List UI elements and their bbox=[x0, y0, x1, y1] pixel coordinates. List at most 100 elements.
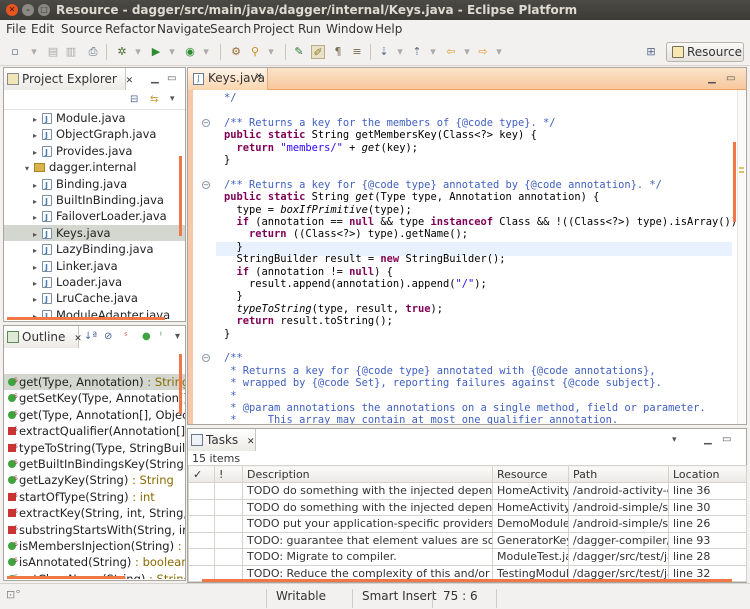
close-icon[interactable]: ✕ bbox=[255, 72, 263, 82]
menu-project[interactable]: Project bbox=[253, 22, 294, 36]
next-dropdown-icon[interactable]: ▾ bbox=[393, 45, 407, 59]
file-item[interactable]: ▸Loader.java bbox=[4, 274, 185, 292]
search-dropdown-icon[interactable]: ▾ bbox=[264, 45, 278, 59]
close-icon[interactable]: ✕ bbox=[247, 437, 255, 447]
code-line[interactable]: public static String get(Type type, Anno… bbox=[224, 191, 599, 204]
file-item[interactable]: ▸Keys.java bbox=[4, 224, 185, 243]
menu-window[interactable]: Window bbox=[326, 22, 373, 36]
code-line[interactable]: * This array may contain at most one qua… bbox=[224, 414, 618, 424]
minimize-view-icon[interactable]: ▁ bbox=[704, 434, 712, 446]
menu-file[interactable]: File bbox=[6, 22, 26, 36]
link-with-editor-icon[interactable]: ⇆ bbox=[150, 94, 158, 105]
fold-toggle-icon[interactable]: − bbox=[202, 118, 210, 127]
forward-icon[interactable]: ⇨ bbox=[476, 45, 490, 59]
maximize-window-icon[interactable]: □ bbox=[38, 4, 50, 16]
outline-item[interactable]: SgetBuiltInBindingsKey(String) bbox=[4, 456, 185, 472]
save-icon[interactable]: ▤ bbox=[46, 45, 60, 59]
tab-tasks[interactable]: Tasks ✕ bbox=[188, 429, 256, 451]
outline-item[interactable]: SextractQualifier(Annotation[] bbox=[4, 423, 185, 439]
external-tools-icon[interactable]: ◉ bbox=[183, 45, 197, 59]
hide-fields-icon[interactable]: ⊘ bbox=[104, 331, 112, 343]
toggle-block-icon[interactable]: ¶ bbox=[331, 45, 345, 59]
code-line[interactable]: * wrapped by {@code Set}, reporting fail… bbox=[224, 377, 662, 390]
sort-icon[interactable]: ↓ª bbox=[84, 331, 97, 343]
code-line[interactable]: /** bbox=[224, 352, 243, 365]
menu-run[interactable]: Run bbox=[298, 22, 321, 36]
view-menu-icon[interactable]: ▾ bbox=[170, 94, 175, 104]
menu-refactor[interactable]: Refactor bbox=[105, 22, 155, 36]
hide-nonpublic-icon[interactable]: ● bbox=[142, 331, 151, 343]
menu-help[interactable]: Help bbox=[375, 22, 402, 36]
chevron-down-icon[interactable]: ▾ bbox=[27, 45, 41, 59]
table-row[interactable]: TODO do something with the injected depe… bbox=[188, 482, 747, 500]
scrollbar-thumb[interactable] bbox=[179, 156, 182, 236]
outline-item[interactable]: SsubstringStartsWith(String, in bbox=[4, 522, 185, 538]
horizontal-scrollbar[interactable] bbox=[7, 576, 125, 579]
run-dropdown-icon[interactable]: ▾ bbox=[165, 45, 179, 59]
minimize-view-icon[interactable]: ▁ bbox=[708, 73, 716, 84]
code-line[interactable]: typeToString(type, result, true); bbox=[224, 303, 443, 316]
file-item[interactable]: ▸BuiltInBinding.java bbox=[4, 192, 185, 210]
column-header[interactable]: Path bbox=[568, 465, 669, 483]
external-dropdown-icon[interactable]: ▾ bbox=[199, 45, 213, 59]
save-all-icon[interactable]: ▥ bbox=[64, 45, 78, 59]
file-item[interactable]: ▸Module.java bbox=[4, 110, 185, 128]
table-row[interactable]: TODO: guarantee that element values are … bbox=[188, 531, 747, 549]
outline-item[interactable]: SgetLazyKey(String) : String bbox=[4, 472, 185, 488]
fold-toggle-icon[interactable]: − bbox=[202, 180, 210, 189]
file-item[interactable]: ▸FailoverLoader.java bbox=[4, 208, 185, 226]
code-line[interactable]: /** Returns a key for the members of {@c… bbox=[224, 117, 556, 130]
code-line[interactable]: * @param annotations the annotations on … bbox=[224, 402, 705, 415]
back-dropdown-icon[interactable]: ▾ bbox=[460, 45, 474, 59]
forward-dropdown-icon[interactable]: ▾ bbox=[492, 45, 506, 59]
code-line[interactable]: } bbox=[224, 290, 243, 303]
new-icon[interactable]: ▫ bbox=[8, 45, 22, 59]
code-line[interactable]: if (annotation != null) { bbox=[224, 266, 393, 279]
code-line[interactable]: if (annotation == null && type instanceo… bbox=[224, 216, 736, 229]
debug-dropdown-icon[interactable]: ▾ bbox=[131, 45, 145, 59]
tab-outline[interactable]: Outline ✕ bbox=[4, 326, 82, 348]
file-item[interactable]: ▸LazyBinding.java bbox=[4, 241, 185, 259]
code-line[interactable]: return "members/" + get(key); bbox=[224, 142, 418, 155]
table-row[interactable]: TODO: Migrate to compiler.ModuleTest.jav… bbox=[188, 548, 747, 566]
open-perspective-icon[interactable]: ⊞ bbox=[644, 45, 658, 59]
maximize-view-icon[interactable]: ▭ bbox=[726, 73, 735, 84]
scrollbar-thumb[interactable] bbox=[179, 354, 182, 414]
maximize-view-icon[interactable]: ▭ bbox=[722, 434, 731, 446]
outline-item[interactable]: SgetSetKey(Type, Annotation[] bbox=[4, 390, 185, 406]
outline-item[interactable]: SstartOfType(String) : int bbox=[4, 489, 185, 505]
next-edit-icon[interactable]: ⇣ bbox=[377, 45, 391, 59]
file-item[interactable]: ▸ObjectGraph.java bbox=[4, 126, 185, 144]
run-icon[interactable]: ▶ bbox=[149, 45, 163, 59]
minimize-view-icon[interactable]: ▁ bbox=[151, 73, 159, 85]
tab-project-explorer[interactable]: Project Explorer ✕ bbox=[4, 68, 133, 90]
code-line[interactable]: * bbox=[224, 390, 236, 403]
column-header[interactable]: ✓ bbox=[188, 465, 215, 483]
horizontal-scrollbar[interactable] bbox=[202, 579, 732, 582]
code-line[interactable]: } bbox=[224, 154, 230, 167]
debug-icon[interactable]: ✲ bbox=[115, 45, 129, 59]
code-line[interactable]: type = boxIfPrimitive(type); bbox=[224, 204, 412, 217]
code-line[interactable]: return result.toString(); bbox=[224, 315, 393, 328]
search-icon[interactable]: ⚲ bbox=[248, 45, 262, 59]
file-item[interactable]: ▸LruCache.java bbox=[4, 290, 185, 308]
code-line[interactable]: result.append(annotation).append("/"); bbox=[224, 278, 487, 291]
outline-item[interactable]: Sget(Type, Annotation[], Objec bbox=[4, 407, 185, 423]
mark-occurrences-icon[interactable]: ✐ bbox=[311, 45, 325, 59]
code-line[interactable]: } bbox=[224, 241, 243, 254]
file-item[interactable]: ▸Binding.java bbox=[4, 176, 185, 194]
open-type-icon[interactable]: ⚙ bbox=[229, 45, 243, 59]
menu-search[interactable]: Search bbox=[210, 22, 251, 36]
print-icon[interactable]: ⎙ bbox=[86, 45, 100, 59]
code-text[interactable]: */ /** Returns a key for the members of {… bbox=[188, 90, 736, 424]
hide-static-icon[interactable]: ˢ bbox=[124, 331, 128, 343]
package-item[interactable]: ▾ dagger.internal bbox=[4, 159, 185, 175]
outline-item[interactable]: SextractKey(String, int, String, bbox=[4, 505, 185, 521]
resource-perspective-button[interactable]: Resource bbox=[666, 42, 744, 62]
outline-item[interactable]: Sget(Type, Annotation) : String bbox=[4, 374, 185, 391]
file-item[interactable]: ▸Linker.java bbox=[4, 258, 185, 276]
editor-scrollbar[interactable] bbox=[733, 142, 736, 222]
file-item[interactable]: ▸Provides.java bbox=[4, 143, 185, 161]
code-line[interactable]: StringBuilder result = new StringBuilder… bbox=[224, 253, 506, 266]
menu-edit[interactable]: Edit bbox=[31, 22, 54, 36]
